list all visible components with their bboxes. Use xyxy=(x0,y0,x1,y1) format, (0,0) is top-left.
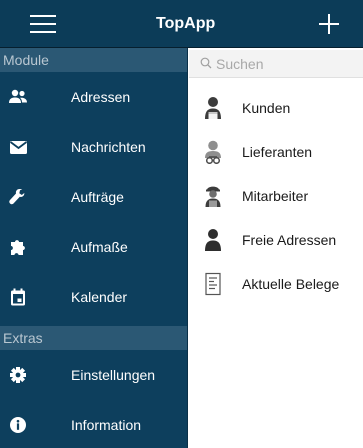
wrench-icon xyxy=(9,189,25,205)
puzzle-icon xyxy=(11,240,25,255)
person-icon xyxy=(205,229,221,251)
people-icon xyxy=(9,89,27,103)
sidebar-item-einstellungen[interactable]: Einstellungen xyxy=(0,350,187,400)
gear-icon xyxy=(10,367,26,383)
info-icon xyxy=(10,417,26,433)
sidebar-item-auftraege[interactable]: Aufträge xyxy=(0,172,187,222)
list-item-lieferanten[interactable]: Lieferanten xyxy=(189,130,363,174)
sidebar-item-label: Kalender xyxy=(71,289,128,305)
list-item-label: Aktuelle Belege xyxy=(242,276,340,292)
sidebar-item-kalender[interactable]: Kalender xyxy=(0,272,187,322)
list-item-label: Lieferanten xyxy=(242,144,313,160)
list-item-label: Freie Adressen xyxy=(242,232,337,248)
sidebar-item-information[interactable]: Information xyxy=(0,400,187,448)
app-title: TopApp xyxy=(156,15,216,32)
sidebar-section-extras: Extras xyxy=(0,326,187,350)
envelope-icon xyxy=(9,141,28,154)
list-item-freie-adressen[interactable]: Freie Adressen xyxy=(189,218,363,262)
search-bar xyxy=(189,50,363,78)
address-panel: Kunden Lieferanten Mitarbeiter Freie Adr… xyxy=(189,48,363,448)
sidebar-item-label: Einstellungen xyxy=(71,367,156,383)
plus-icon[interactable] xyxy=(319,14,339,34)
hamburger-menu-icon[interactable] xyxy=(30,14,56,34)
sidebar-item-adressen[interactable]: Adressen xyxy=(0,72,187,122)
sidebar-item-nachrichten[interactable]: Nachrichten xyxy=(0,122,187,172)
calendar-icon xyxy=(11,288,25,306)
customer-person-icon xyxy=(205,97,221,119)
sidebar-item-aufmasse[interactable]: Aufmaße xyxy=(0,222,187,272)
list-item-label: Kunden xyxy=(242,100,291,116)
search-input[interactable] xyxy=(216,54,356,74)
list-item-label: Mitarbeiter xyxy=(242,188,309,204)
sidebar-item-label: Aufmaße xyxy=(71,239,128,255)
list-item-aktuelle-belege[interactable]: Aktuelle Belege xyxy=(189,262,363,306)
sidebar-section-module: Module xyxy=(0,48,187,72)
sidebar-item-label: Information xyxy=(71,417,142,433)
top-bar: TopApp xyxy=(0,0,363,48)
search-icon xyxy=(200,57,212,69)
sidebar-item-label: Aufträge xyxy=(71,189,124,205)
document-icon xyxy=(205,272,221,296)
worker-person-icon xyxy=(205,186,221,207)
sidebar-item-label: Nachrichten xyxy=(71,139,146,155)
sidebar-item-label: Adressen xyxy=(71,89,131,105)
sidebar: Module Adressen Nachrichten Aufträge Auf… xyxy=(0,48,188,448)
list-item-kunden[interactable]: Kunden xyxy=(189,86,363,130)
supplier-person-icon xyxy=(205,140,221,164)
list-item-mitarbeiter[interactable]: Mitarbeiter xyxy=(189,174,363,218)
